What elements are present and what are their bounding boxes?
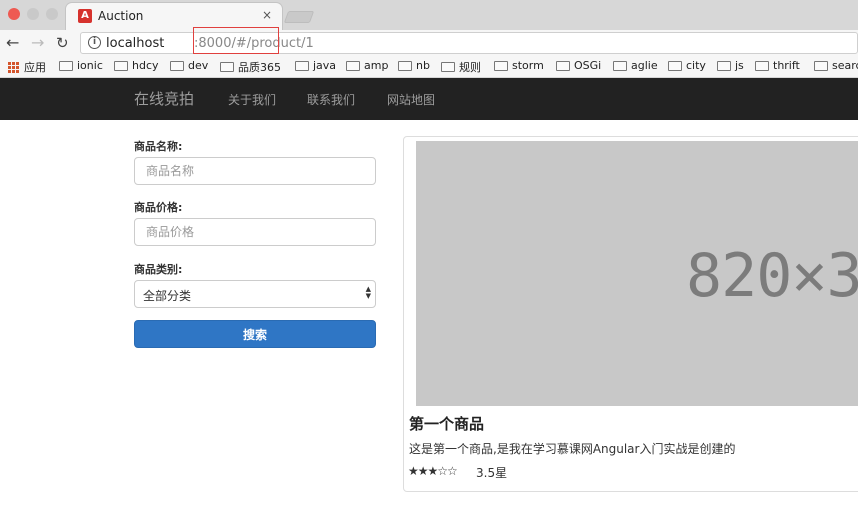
bookmarks-bar: 应用 ionic hdcy dev 品质365 java amp nb 规则 s… — [0, 56, 858, 78]
product-name-field — [134, 157, 376, 185]
reload-icon[interactable]: ↻ — [56, 34, 69, 52]
bookmark-folder[interactable]: 品质365 — [220, 59, 281, 75]
product-price-input[interactable] — [135, 219, 375, 245]
image-size-text: 820×320 — [686, 241, 858, 311]
folder-icon — [114, 60, 128, 71]
product-title: 第一个商品 — [409, 415, 485, 433]
product-description: 这是第一个商品,是我在学习慕课网Angular入门实战是创建的 — [409, 442, 736, 456]
bookmark-label: hdcy — [132, 59, 159, 72]
url-highlight-box — [193, 27, 279, 54]
bookmark-label: 规则 — [459, 61, 481, 74]
product-category-select[interactable]: 全部分类 ▲ ▼ — [134, 280, 376, 308]
close-window-button[interactable] — [8, 8, 20, 20]
bookmark-folder[interactable]: OSGi — [556, 59, 601, 72]
bookmark-folder[interactable]: thrift — [755, 59, 800, 72]
site-navbar: 在线竞拍 关于我们 联系我们 网站地图 — [0, 78, 858, 120]
product-category-label: 商品类别: — [134, 263, 183, 276]
maximize-window-button[interactable] — [46, 8, 58, 20]
browser-tab-strip: A Auction × — [0, 0, 858, 30]
tab-title: Auction — [98, 9, 144, 23]
bookmark-folder[interactable]: ionic — [59, 59, 103, 72]
product-price-field — [134, 218, 376, 246]
product-price-label: 商品价格: — [134, 201, 183, 214]
search-button-label: 搜索 — [242, 327, 267, 342]
nav-link-contact[interactable]: 联系我们 — [307, 91, 355, 108]
bookmark-folder[interactable]: dev — [170, 59, 208, 72]
product-rating: 3.5星 — [476, 466, 508, 480]
product-detail-panel: 820×320 第一个商品 这是第一个商品,是我在学习慕课网Angular入门实… — [403, 136, 858, 492]
search-button[interactable]: 搜索 — [134, 320, 376, 348]
bookmark-label: dev — [188, 59, 209, 72]
url-host: localhost — [106, 36, 165, 51]
forward-arrow-icon[interactable]: → — [31, 33, 44, 52]
apps-grid-icon — [8, 61, 19, 73]
folder-icon — [295, 60, 309, 71]
folder-icon — [398, 60, 412, 71]
bookmark-label: ionic — [77, 59, 103, 72]
bookmark-folder[interactable]: storm — [494, 59, 544, 72]
folder-icon — [346, 60, 360, 71]
select-arrows-icon: ▲ ▼ — [365, 285, 371, 300]
new-tab-button[interactable] — [283, 11, 315, 23]
bookmark-label: OSGi — [574, 59, 602, 72]
bookmark-folder[interactable]: js — [717, 59, 744, 72]
folder-icon — [220, 62, 234, 72]
category-selected-value: 全部分类 — [143, 289, 192, 303]
bookmark-folder[interactable]: java — [295, 59, 336, 72]
nav-link-sitemap[interactable]: 网站地图 — [387, 91, 435, 108]
bookmark-label: 应用 — [24, 61, 46, 74]
bookmark-folder[interactable]: search — [814, 59, 858, 72]
rating-stars-icon: ★★★☆☆ — [408, 464, 458, 478]
bookmark-folder[interactable]: aglie — [613, 59, 658, 72]
folder-icon — [441, 62, 455, 72]
minimize-window-button[interactable] — [27, 8, 39, 20]
bookmark-folder[interactable]: 规则 — [441, 59, 481, 75]
bookmark-label: js — [735, 59, 744, 72]
bookmark-label: java — [313, 59, 337, 72]
bookmark-folder[interactable]: nb — [398, 59, 430, 72]
browser-tab[interactable]: A Auction × — [66, 3, 282, 30]
folder-icon — [668, 60, 682, 71]
folder-icon — [613, 60, 627, 71]
folder-icon — [556, 60, 570, 71]
bookmark-apps[interactable]: 应用 — [8, 59, 46, 75]
browser-toolbar: ← → ↻ i localhost :8000/#/product/1 — [0, 30, 858, 56]
bookmark-folder[interactable]: city — [668, 59, 706, 72]
bookmark-label: storm — [512, 59, 544, 72]
info-icon[interactable]: i — [88, 36, 101, 49]
nav-link-about[interactable]: 关于我们 — [228, 91, 276, 108]
folder-icon — [494, 60, 508, 71]
bookmark-label: thrift — [773, 59, 800, 72]
bookmark-label: aglie — [631, 59, 658, 72]
folder-icon — [814, 60, 828, 71]
folder-icon — [59, 60, 73, 71]
back-arrow-icon[interactable]: ← — [6, 33, 19, 52]
folder-icon — [717, 60, 731, 71]
bookmark-folder[interactable]: amp — [346, 59, 388, 72]
product-image-placeholder: 820×320 — [416, 141, 858, 406]
bookmark-label: 品质365 — [238, 61, 281, 74]
bookmark-label: amp — [364, 59, 389, 72]
folder-icon — [755, 60, 769, 71]
bookmark-label: nb — [416, 59, 430, 72]
folder-icon — [170, 60, 184, 71]
bookmark-label: city — [686, 59, 706, 72]
bookmark-folder[interactable]: hdcy — [114, 59, 159, 72]
site-brand[interactable]: 在线竞拍 — [134, 88, 194, 109]
tab-close-icon[interactable]: × — [262, 8, 272, 22]
bookmark-label: search — [832, 59, 858, 72]
product-name-input[interactable] — [135, 158, 375, 184]
angular-icon: A — [78, 9, 92, 23]
product-name-label: 商品名称: — [134, 140, 183, 153]
